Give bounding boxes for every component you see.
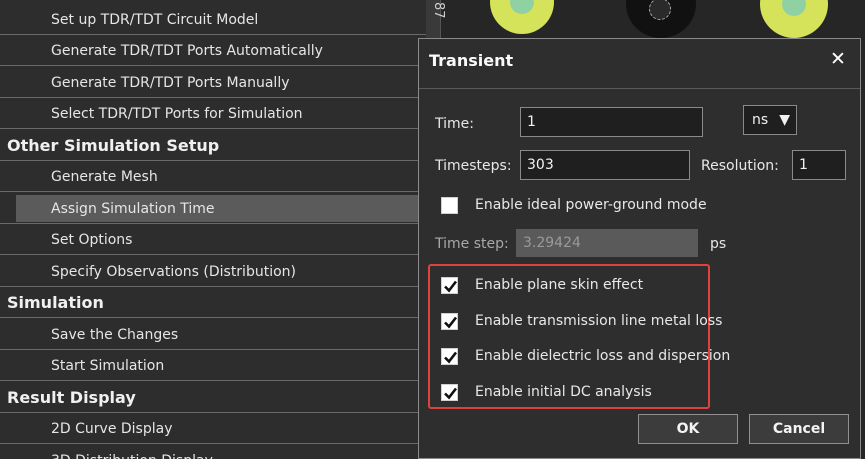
workflow-item-label: Start Simulation <box>51 358 165 374</box>
time-step-label: Time step: <box>435 236 509 252</box>
caret-down-icon: ▼ <box>779 112 790 128</box>
workflow-item-assign-simulation-time[interactable]: Assign Simulation Time <box>0 194 426 224</box>
checkbox-label: Enable ideal power-ground mode <box>475 197 707 213</box>
transmission-line-metal-loss-checkbox[interactable]: Enable transmission line metal loss <box>441 312 723 334</box>
checkbox-label: Enable transmission line metal loss <box>475 313 723 329</box>
initial-dc-analysis-checkbox[interactable]: Enable initial DC analysis <box>441 383 721 405</box>
workflow-item-select-ports[interactable]: Select TDR/TDT Ports for Simulation <box>0 99 426 129</box>
time-unit-select[interactable]: ns ▼ <box>743 105 797 135</box>
section-heading: Result Display <box>7 388 136 407</box>
time-step-input: 3.29424 <box>516 229 698 257</box>
cancel-button[interactable]: Cancel <box>749 414 849 444</box>
workflow-item-label: Specify Observations (Distribution) <box>51 264 296 280</box>
workflow-item-2d-curve-display[interactable]: 2D Curve Display <box>0 414 426 444</box>
workflow-item-start-simulation[interactable]: Start Simulation <box>0 351 426 381</box>
timesteps-label: Timesteps: <box>435 158 512 174</box>
checkbox-box <box>441 384 458 401</box>
workflow-panel: Set up TDR/TDT Circuit Model Generate TD… <box>0 0 426 459</box>
section-result-display: Result Display <box>0 383 426 413</box>
section-simulation: Simulation <box>0 288 426 318</box>
time-step-unit: ps <box>710 236 727 252</box>
time-input[interactable]: 1 <box>520 107 703 137</box>
workflow-item-label: Generate TDR/TDT Ports Automatically <box>51 43 323 59</box>
checkmark-icon <box>444 280 458 293</box>
workflow-item-label: Save the Changes <box>51 327 179 343</box>
workflow-item-generate-ports-auto[interactable]: Generate TDR/TDT Ports Automatically <box>0 36 426 66</box>
title-divider <box>419 88 860 89</box>
checkmark-icon <box>444 351 458 364</box>
checkbox-box <box>441 348 458 365</box>
section-heading: Other Simulation Setup <box>7 136 220 155</box>
timesteps-input[interactable]: 303 <box>520 150 690 180</box>
time-unit-value: ns <box>752 112 769 128</box>
checkmark-icon <box>444 316 458 329</box>
checkbox-label: Enable dielectric loss and dispersion <box>475 348 731 364</box>
transient-dialog: Transient ✕ Time: 1 ns ▼ Timesteps: 303 … <box>418 38 861 459</box>
checkbox-box <box>441 197 458 214</box>
ok-button[interactable]: OK <box>638 414 738 444</box>
dialog-title: Transient <box>429 51 514 70</box>
checkbox-box <box>441 277 458 294</box>
workflow-item-label: Assign Simulation Time <box>51 201 215 217</box>
checkmark-icon <box>444 387 458 400</box>
workflow-item-save-changes[interactable]: Save the Changes <box>0 320 426 350</box>
workflow-item-label: 2D Curve Display <box>51 421 173 437</box>
resolution-label: Resolution: <box>701 158 779 174</box>
resolution-input[interactable]: 1 <box>792 150 846 180</box>
close-icon[interactable]: ✕ <box>828 49 848 69</box>
section-other-simulation-setup: Other Simulation Setup <box>0 131 426 161</box>
section-heading: Simulation <box>7 293 104 312</box>
workflow-item-set-options[interactable]: Set Options <box>0 225 426 255</box>
workflow-item-generate-ports-manual[interactable]: Generate TDR/TDT Ports Manually <box>0 68 426 98</box>
workflow-item-label: Generate TDR/TDT Ports Manually <box>51 75 290 91</box>
plane-skin-effect-checkbox[interactable]: Enable plane skin effect <box>441 276 721 298</box>
workflow-item-3d-distribution-display[interactable]: 3D Distribution Display <box>0 446 426 459</box>
workflow-item-specify-observations[interactable]: Specify Observations (Distribution) <box>0 257 426 287</box>
ideal-power-ground-checkbox[interactable]: Enable ideal power-ground mode <box>441 196 761 218</box>
time-label: Time: <box>435 116 474 132</box>
checkbox-label: Enable plane skin effect <box>475 277 644 293</box>
dielectric-loss-checkbox[interactable]: Enable dielectric loss and dispersion <box>441 347 730 369</box>
ruler-label: 87 <box>431 2 446 19</box>
workflow-item-label: Select TDR/TDT Ports for Simulation <box>51 106 303 122</box>
workflow-item-generate-mesh[interactable]: Generate Mesh <box>0 162 426 192</box>
workflow-item-label: Set up TDR/TDT Circuit Model <box>51 12 259 28</box>
workflow-item-label: Generate Mesh <box>51 169 158 185</box>
checkbox-label: Enable initial DC analysis <box>475 384 652 400</box>
workflow-item-label: 3D Distribution Display <box>51 446 213 459</box>
checkbox-box <box>441 313 458 330</box>
workflow-item-label: Set Options <box>51 232 133 248</box>
workflow-item-setup-tdr-model[interactable]: Set up TDR/TDT Circuit Model <box>0 5 426 35</box>
